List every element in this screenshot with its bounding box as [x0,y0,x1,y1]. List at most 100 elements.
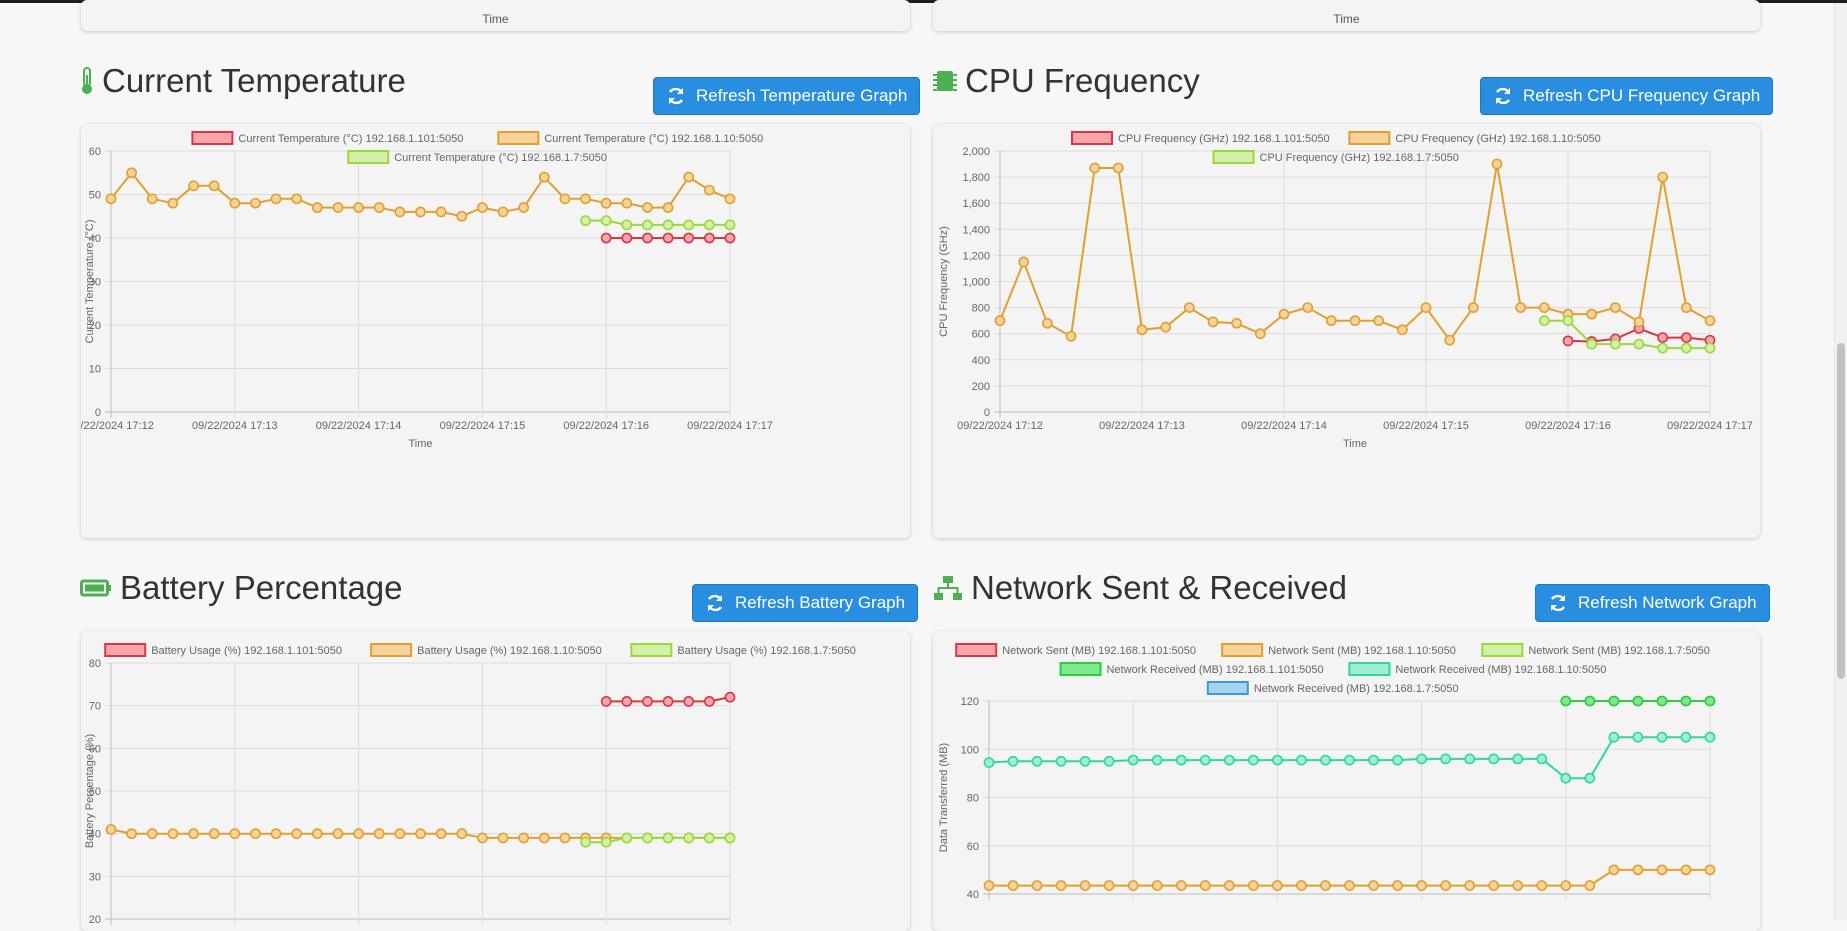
refresh-cpu-frequency-button[interactable]: Refresh CPU Frequency Graph [1480,77,1774,115]
data-point [1656,695,1668,707]
y-tick-label: 30 [89,871,101,883]
data-point [1512,753,1524,765]
data-point [167,828,179,840]
data-point [1704,342,1716,354]
data-point [394,828,406,840]
data-point [311,828,323,840]
legend-label: Current Temperature (°C) 192.168.1.7:505… [394,152,607,164]
temperature-section-title: Current Temperature [80,62,406,100]
legend-swatch [630,643,673,657]
legend-swatch [1212,150,1255,164]
data-point [600,696,612,707]
data-point [208,828,220,840]
data-point [1373,315,1385,327]
refresh-network-button[interactable]: Refresh Network Graph [1535,584,1770,622]
data-point [456,210,468,222]
data-point [332,202,344,213]
network-section-title: Network Sent & Received [933,569,1347,607]
y-tick-label: 80 [967,793,979,805]
data-point [1538,315,1550,327]
data-point [270,828,282,840]
legend-item: Network Received (MB) 192.168.1.7:5050 [1206,681,1459,695]
data-point [1231,317,1243,329]
data-point [126,828,138,840]
data-point [126,167,138,179]
legend-label: CPU Frequency (GHz) 192.168.1.10:5050 [1395,133,1600,145]
data-point [1416,753,1427,765]
vertical-scrollbar[interactable] [1834,3,1847,921]
data-point [415,206,426,218]
data-point [683,219,695,231]
legend-item: CPU Frequency (GHz) 192.168.1.101:5050 [1071,131,1330,145]
data-point [662,232,674,244]
data-point [1368,880,1379,891]
data-point [1055,755,1067,767]
data-point [1392,880,1403,891]
data-point [1199,880,1211,891]
data-point [1103,755,1115,767]
data-point [1271,880,1283,891]
y-tick-label: 2,000 [962,146,990,158]
data-point [1440,880,1452,891]
data-point [621,696,633,707]
battery-icon [80,579,111,597]
scrollbar-thumb[interactable] [1837,343,1845,679]
legend-swatch [370,643,413,657]
section-title-text: Network Sent & Received [971,569,1348,606]
legend-item: Current Temperature (°C) 192.168.1.101:5… [191,131,463,145]
legend-swatch [1481,643,1524,657]
data-point [724,193,736,205]
data-point [662,696,674,707]
y-axis-title: CPU Frequency (GHz) [938,226,950,337]
top-right-chart-card: Time [933,0,1760,31]
legend-label: Battery Usage (%) 192.168.1.10:5050 [417,645,602,657]
refresh-temperature-button[interactable]: Refresh Temperature Graph [653,77,921,115]
data-point [476,202,488,213]
legend-swatch [1071,131,1113,145]
data-point [1007,880,1019,891]
x-axis-title: Time [1343,438,1367,450]
y-tick-label: 70 [89,701,101,713]
data-point [1560,880,1572,891]
refresh-icon [707,594,723,612]
data-point [1608,864,1620,876]
data-point [518,202,530,213]
thermometer-icon [82,67,92,94]
legend-item: Network Sent (MB) 192.168.1.101:5050 [955,643,1196,657]
data-point [1103,880,1115,891]
legend-swatch [104,643,147,657]
data-point [415,828,426,840]
temperature-chart-card: 010203040506009/22/2024 17:1209/22/2024 … [81,124,910,538]
x-axis-title: Time [408,438,432,450]
x-axis-label: Time [1333,12,1360,26]
data-point [1515,302,1527,313]
data-point [1536,880,1548,891]
data-point [1467,302,1479,313]
data-point [1656,864,1668,876]
data-point [1160,321,1172,333]
data-point [1325,315,1337,327]
data-point [1464,753,1476,765]
data-point [1320,754,1331,766]
legend-label: Battery Usage (%) 192.168.1.7:5050 [677,645,856,657]
data-point [994,315,1006,327]
data-point [600,232,612,244]
data-point [662,219,674,231]
data-point [1247,754,1259,766]
data-point [983,880,995,891]
data-point [270,193,282,205]
data-point [1018,256,1030,268]
data-point [1536,753,1548,765]
data-point [621,232,633,244]
data-point [1396,324,1408,336]
data-point [1632,695,1644,707]
data-point [1175,880,1187,891]
data-point [518,832,530,844]
refresh-battery-button[interactable]: Refresh Battery Graph [692,584,919,622]
data-point [105,823,117,835]
data-point [1488,880,1500,891]
data-point [1392,754,1403,766]
legend-item: Current Temperature (°C) 192.168.1.10:50… [497,131,763,145]
data-point [250,828,261,840]
y-axis-title: Current Temperature (°C) [84,219,96,343]
